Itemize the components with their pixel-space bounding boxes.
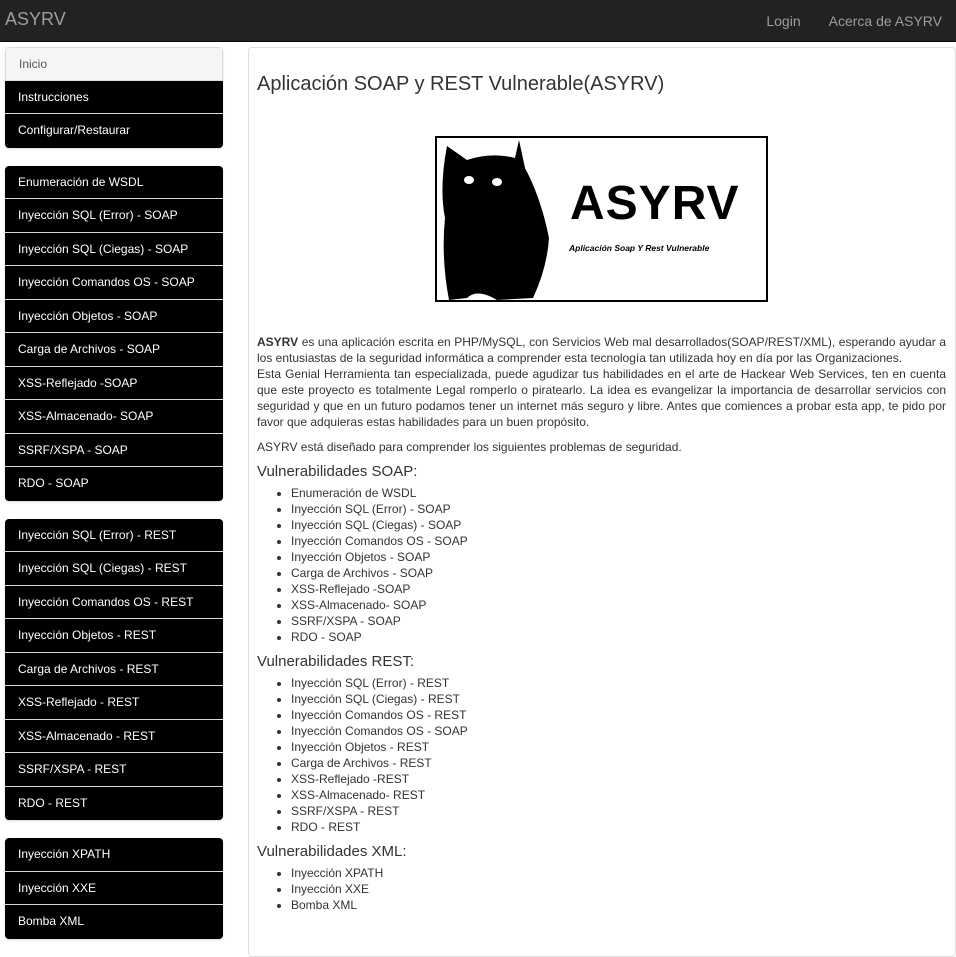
list-item: Inyección XPATH [291,865,946,881]
navbar-right: Login Acerca de ASYRV [752,0,956,42]
about-link[interactable]: Acerca de ASYRV [815,0,956,42]
list-item: Inyección SQL (Ciegas) - SOAP [291,517,946,533]
sidebar-item-soap-sql-error[interactable]: Inyección SQL (Error) - SOAP [5,199,223,233]
page-title: Aplicación SOAP y REST Vulnerable(ASYRV) [257,73,665,95]
list-item: XSS-Reflejado -SOAP [291,581,946,597]
sidebar-item-soap-upload[interactable]: Carga de Archivos - SOAP [5,333,223,367]
sidebar-item-xml-bomb[interactable]: Bomba XML [5,905,223,939]
main-panel: Aplicación SOAP y REST Vulnerable(ASYRV)… [248,47,956,957]
sidebar-item-soap-os-cmd[interactable]: Inyección Comandos OS - SOAP [5,266,223,300]
list-item: Inyección SQL (Error) - SOAP [291,501,946,517]
intro-bold: ASYRV [257,335,299,349]
list-item: XSS-Almacenado- SOAP [291,597,946,613]
sidebar-group-rest: Inyección SQL (Error) - REST Inyección S… [5,518,223,820]
sidebar-item-rest-rdo[interactable]: RDO - REST [5,786,223,820]
sidebar-item-configurar[interactable]: Configurar/Restaurar [5,114,223,148]
list-item: RDO - REST [291,819,946,835]
sidebar-item-inicio[interactable]: Inicio [5,47,223,81]
section-heading-xml: Vulnerabilidades XML: [257,843,407,860]
brand-link[interactable]: ASYRV [5,9,66,30]
login-link[interactable]: Login [752,0,814,42]
sidebar-item-xml-xxe[interactable]: Inyección XXE [5,871,223,905]
list-item: Inyección XXE [291,881,946,897]
list-item: Inyección Objetos - REST [291,739,946,755]
soap-vuln-list: Enumeración de WSDL Inyección SQL (Error… [257,485,946,645]
sidebar-item-soap-xss-reflected[interactable]: XSS-Reflejado -SOAP [5,366,223,400]
list-item: Inyección Comandos OS - REST [291,707,946,723]
list-item: Enumeración de WSDL [291,485,946,501]
sidebar-item-rest-ssrf[interactable]: SSRF/XSPA - REST [5,753,223,787]
list-item: Bomba XML [291,897,946,913]
sidebar-item-rest-objects[interactable]: Inyección Objetos - REST [5,619,223,653]
sidebar-group-soap: Enumeración de WSDL Inyección SQL (Error… [5,165,223,501]
list-item: Inyección Objetos - SOAP [291,549,946,565]
sidebar-item-rest-xss-reflected[interactable]: XSS-Reflejado - REST [5,686,223,720]
logo-subtitle: Aplicación Soap Y Rest Vulnerable [569,243,710,253]
navbar: ASYRV Login Acerca de ASYRV [0,0,956,42]
asyrv-logo: ASYRV Aplicación Soap Y Rest Vulnerable [435,136,768,302]
sidebar-item-soap-wsdl[interactable]: Enumeración de WSDL [5,165,223,199]
intro-line-2: Esta Genial Herramienta tan especializad… [257,367,946,429]
logo-text: ASYRV [570,177,740,230]
sidebar-item-instrucciones[interactable]: Instrucciones [5,80,223,114]
sidebar-item-rest-sql-blind[interactable]: Inyección SQL (Ciegas) - REST [5,552,223,586]
sidebar-item-rest-xss-stored[interactable]: XSS-Almacenado - REST [5,719,223,753]
sidebar-item-soap-xss-stored[interactable]: XSS-Almacenado- SOAP [5,400,223,434]
summary-paragraph: ASYRV está diseñado para comprender los … [257,440,682,454]
xml-vuln-list: Inyección XPATH Inyección XXE Bomba XML [257,865,946,913]
logo-container: ASYRV Aplicación Soap Y Rest Vulnerable [257,136,946,302]
list-item: Inyección Comandos OS - SOAP [291,533,946,549]
sidebar: Inicio Instrucciones Configurar/Restaura… [5,47,223,957]
sidebar-item-soap-objects[interactable]: Inyección Objetos - SOAP [5,299,223,333]
sidebar-group-general: Inicio Instrucciones Configurar/Restaura… [5,47,223,148]
sidebar-item-rest-os-cmd[interactable]: Inyección Comandos OS - REST [5,585,223,619]
list-item: Carga de Archivos - SOAP [291,565,946,581]
list-item: RDO - SOAP [291,629,946,645]
rest-vuln-list: Inyección SQL (Error) - REST Inyección S… [257,675,946,835]
list-item: SSRF/XSPA - REST [291,803,946,819]
list-item: XSS-Reflejado -REST [291,771,946,787]
sidebar-item-soap-sql-blind[interactable]: Inyección SQL (Ciegas) - SOAP [5,232,223,266]
list-item: Carga de Archivos - REST [291,755,946,771]
sidebar-item-soap-rdo[interactable]: RDO - SOAP [5,467,223,501]
section-heading-soap: Vulnerabilidades SOAP: [257,463,418,480]
list-item: Inyección SQL (Ciegas) - REST [291,691,946,707]
list-item: Inyección SQL (Error) - REST [291,675,946,691]
sidebar-item-rest-sql-error[interactable]: Inyección SQL (Error) - REST [5,518,223,552]
list-item: XSS-Almacenado- REST [291,787,946,803]
intro-paragraph: ASYRV es una aplicación escrita en PHP/M… [257,334,946,430]
main-content: Aplicación SOAP y REST Vulnerable(ASYRV)… [249,72,955,913]
list-item: Inyección Comandos OS - SOAP [291,723,946,739]
sidebar-group-xml: Inyección XPATH Inyección XXE Bomba XML [5,838,223,939]
black-cat-icon [442,140,549,300]
intro-line-1: es una aplicación escrita en PHP/MySQL, … [257,335,946,365]
sidebar-item-soap-ssrf[interactable]: SSRF/XSPA - SOAP [5,433,223,467]
sidebar-item-rest-upload[interactable]: Carga de Archivos - REST [5,652,223,686]
section-heading-rest: Vulnerabilidades REST: [257,653,415,670]
sidebar-item-xml-xpath[interactable]: Inyección XPATH [5,838,223,872]
list-item: SSRF/XSPA - SOAP [291,613,946,629]
